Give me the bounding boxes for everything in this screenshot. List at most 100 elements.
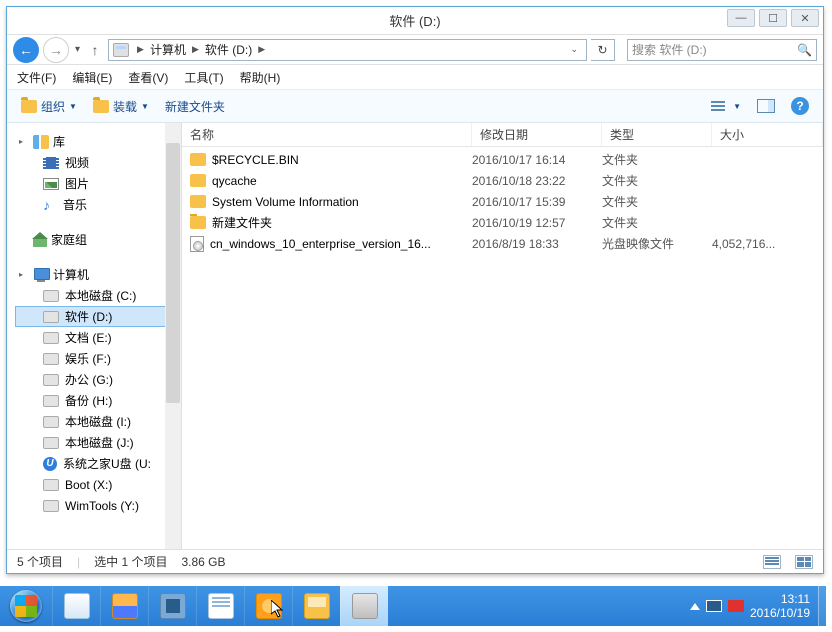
breadcrumb-computer[interactable]: 计算机 bbox=[148, 41, 188, 58]
table-row[interactable]: $RECYCLE.BIN2016/10/17 16:14文件夹 bbox=[182, 149, 823, 170]
breadcrumb-sep[interactable]: ▶ bbox=[254, 44, 269, 55]
tree-computer-head[interactable]: ▸ 计算机 bbox=[15, 264, 181, 285]
tree-item-drive[interactable]: 本地磁盘 (I:) bbox=[15, 411, 181, 432]
file-date: 2016/10/18 23:22 bbox=[472, 174, 602, 188]
status-selected: 选中 1 个项目 bbox=[94, 553, 167, 570]
preview-pane-button[interactable] bbox=[753, 97, 779, 115]
tree-item-drive[interactable]: 本地磁盘 (C:) bbox=[15, 285, 181, 306]
tree-homegroup-head[interactable]: 家庭组 bbox=[15, 229, 181, 250]
start-button[interactable] bbox=[0, 586, 52, 626]
refresh-button[interactable]: ↻ bbox=[591, 39, 615, 61]
view-menu[interactable]: ▼ bbox=[703, 93, 745, 119]
menu-view[interactable]: 查看(V) bbox=[128, 69, 168, 86]
explorer-window: 软件 (D:) — ☐ ✕ ← → ▾ ↑ ▶ 计算机 ▶ 软件 (D:) ▶ … bbox=[6, 6, 824, 574]
table-row[interactable]: 新建文件夹2016/10/19 12:57文件夹 bbox=[182, 212, 823, 233]
taskbar-app-4[interactable] bbox=[196, 586, 244, 626]
app-icon bbox=[304, 593, 330, 619]
search-icon[interactable]: 🔍 bbox=[797, 43, 812, 57]
col-size[interactable]: 大小 bbox=[712, 123, 823, 146]
drive-label: 备份 (H:) bbox=[65, 392, 112, 409]
folder-icon bbox=[21, 100, 37, 113]
tree-libraries-head[interactable]: ▸ 库 bbox=[15, 131, 181, 152]
back-button[interactable]: ← bbox=[13, 37, 39, 63]
search-input[interactable]: 搜索 软件 (D:) 🔍 bbox=[627, 39, 817, 61]
sidebar-scrollbar[interactable] bbox=[165, 123, 181, 549]
icons-view-button[interactable] bbox=[795, 555, 813, 569]
status-count: 5 个项目 bbox=[17, 553, 63, 570]
tree-homegroup: 家庭组 bbox=[7, 229, 181, 250]
help-icon: ? bbox=[791, 97, 809, 115]
folder-icon bbox=[93, 100, 109, 113]
organize-button[interactable]: 组织 ▼ bbox=[17, 96, 81, 117]
minimize-button[interactable]: — bbox=[727, 9, 755, 27]
up-button[interactable]: ↑ bbox=[86, 42, 104, 58]
taskbar-app-2[interactable] bbox=[100, 586, 148, 626]
mount-button[interactable]: 装载 ▼ bbox=[89, 96, 153, 117]
breadcrumb-drive[interactable]: 软件 (D:) bbox=[203, 41, 254, 58]
col-name[interactable]: 名称 bbox=[182, 123, 472, 146]
table-row[interactable]: cn_windows_10_enterprise_version_16...20… bbox=[182, 233, 823, 254]
menu-file[interactable]: 文件(F) bbox=[17, 69, 56, 86]
computer-icon bbox=[33, 268, 49, 282]
tree-item-drive[interactable]: 娱乐 (F:) bbox=[15, 348, 181, 369]
address-bar[interactable]: ▶ 计算机 ▶ 软件 (D:) ▶ ⌄ bbox=[108, 39, 587, 61]
app-icon bbox=[352, 593, 378, 619]
usb-icon: U bbox=[43, 457, 57, 471]
tray-display-icon[interactable] bbox=[706, 600, 722, 612]
details-view-button[interactable] bbox=[763, 555, 781, 569]
col-date[interactable]: 修改日期 bbox=[472, 123, 602, 146]
taskbar-app-5[interactable] bbox=[244, 586, 292, 626]
drive-icon bbox=[43, 374, 59, 386]
drive-label: WimTools (Y:) bbox=[65, 499, 139, 513]
breadcrumb-sep[interactable]: ▶ bbox=[188, 44, 203, 55]
window-title: 软件 (D:) bbox=[389, 11, 440, 30]
app-icon bbox=[64, 593, 90, 619]
window-buttons: — ☐ ✕ bbox=[727, 9, 819, 27]
expand-icon[interactable]: ▸ bbox=[19, 270, 29, 279]
video-icon bbox=[43, 157, 59, 169]
tree-item-drive[interactable]: WimTools (Y:) bbox=[15, 495, 181, 516]
maximize-button[interactable]: ☐ bbox=[759, 9, 787, 27]
tree-item-video[interactable]: 视频 bbox=[15, 152, 181, 173]
show-desktop-button[interactable] bbox=[818, 586, 826, 626]
address-dropdown[interactable]: ⌄ bbox=[566, 44, 582, 55]
close-button[interactable]: ✕ bbox=[791, 9, 819, 27]
status-size: 3.86 GB bbox=[181, 555, 225, 569]
expand-icon[interactable]: ▸ bbox=[19, 137, 29, 146]
history-dropdown[interactable]: ▾ bbox=[73, 44, 82, 55]
taskbar-app-6[interactable] bbox=[292, 586, 340, 626]
tray-overflow-icon[interactable] bbox=[690, 603, 700, 610]
app-icon bbox=[112, 593, 138, 619]
menu-tools[interactable]: 工具(T) bbox=[184, 69, 223, 86]
forward-button[interactable]: → bbox=[43, 37, 69, 63]
system-tray: 13:11 2016/10/19 bbox=[690, 592, 818, 620]
tray-flag-icon[interactable] bbox=[728, 600, 744, 612]
table-row[interactable]: System Volume Information2016/10/17 15:3… bbox=[182, 191, 823, 212]
drive-label: 本地磁盘 (C:) bbox=[65, 287, 136, 304]
tree-item-drive[interactable]: Boot (X:) bbox=[15, 474, 181, 495]
tree-item-drive[interactable]: 办公 (G:) bbox=[15, 369, 181, 390]
tree-item-music[interactable]: ♪音乐 bbox=[15, 194, 181, 215]
homegroup-icon bbox=[33, 233, 47, 247]
tree-item-drive[interactable]: 软件 (D:) bbox=[15, 306, 181, 327]
tree-item-drive[interactable]: U系统之家U盘 (U: bbox=[15, 453, 181, 474]
help-button[interactable]: ? bbox=[787, 95, 813, 117]
taskbar-app-1[interactable] bbox=[52, 586, 100, 626]
menu-edit[interactable]: 编辑(E) bbox=[72, 69, 112, 86]
taskbar-app-3[interactable] bbox=[148, 586, 196, 626]
breadcrumb-sep[interactable]: ▶ bbox=[133, 44, 148, 55]
tree-item-drive[interactable]: 文档 (E:) bbox=[15, 327, 181, 348]
col-type[interactable]: 类型 bbox=[602, 123, 712, 146]
taskbar-app-explorer[interactable] bbox=[340, 586, 388, 626]
tray-clock[interactable]: 13:11 2016/10/19 bbox=[750, 592, 810, 620]
menu-help[interactable]: 帮助(H) bbox=[240, 69, 281, 86]
file-type: 文件夹 bbox=[602, 214, 712, 231]
tree-item-drive[interactable]: 备份 (H:) bbox=[15, 390, 181, 411]
file-list[interactable]: $RECYCLE.BIN2016/10/17 16:14文件夹qycache20… bbox=[182, 147, 823, 549]
tree-item-drive[interactable]: 本地磁盘 (J:) bbox=[15, 432, 181, 453]
newfolder-button[interactable]: 新建文件夹 bbox=[161, 96, 229, 117]
drive-icon bbox=[43, 290, 59, 302]
table-row[interactable]: qycache2016/10/18 23:22文件夹 bbox=[182, 170, 823, 191]
scrollbar-thumb[interactable] bbox=[166, 143, 180, 403]
tree-item-pictures[interactable]: 图片 bbox=[15, 173, 181, 194]
